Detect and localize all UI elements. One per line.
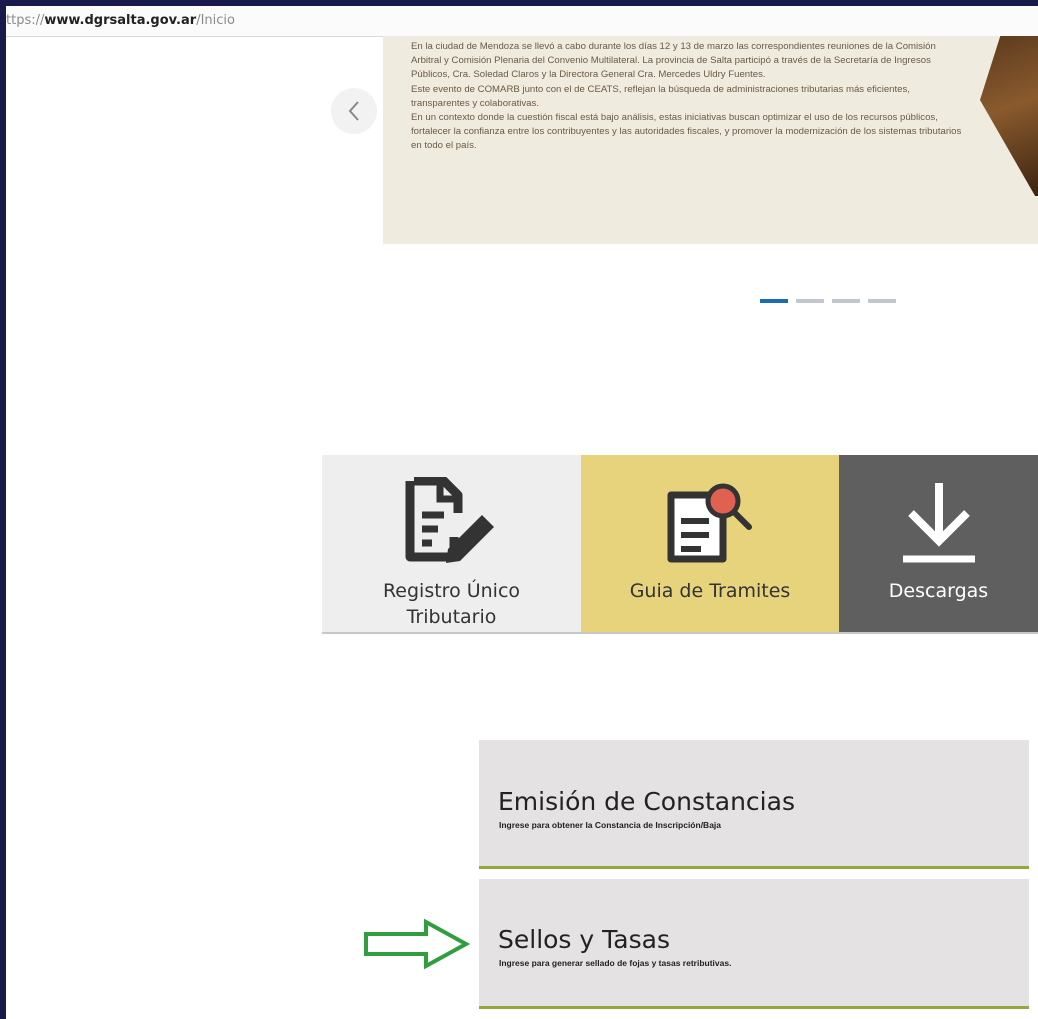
tile-label: Descargas [888,580,989,602]
url-scheme: ttps:// [6,13,45,28]
carousel-indicator-1[interactable] [760,299,788,303]
slide-photo [980,36,1038,196]
carousel-indicator-3[interactable] [832,299,860,303]
quick-access-tiles: Registro Único Tributario Guia de Tramit… [322,455,1038,634]
tile-label-line2: Tributario [406,606,497,628]
document-edit-icon [405,477,494,563]
browser-viewport: ttps://www.dgrsalta.gov.ar/Inicio En la … [6,6,1038,1019]
annotation-arrow-icon [364,918,471,970]
address-bar[interactable]: ttps://www.dgrsalta.gov.ar/Inicio [6,6,1038,37]
slide-news-text: En la ciudad de Mendoza se llevó a cabo … [411,40,963,154]
url-path: /Inicio [196,13,235,28]
slide-paragraph: Este evento de COMARB junto con el de CE… [411,83,910,109]
service-card-emision-constancias[interactable]: Emisión de Constancias Ingrese para obte… [479,740,1029,869]
carousel-slide: En la ciudad de Mendoza se llevó a cabo … [383,36,1038,244]
tile-label-line1: Registro Único [382,580,521,602]
service-card-subtitle: Ingrese para obtener la Constancia de In… [499,820,722,830]
service-card-subtitle: Ingrese para generar sellado de fojas y … [499,958,732,968]
document-search-icon [667,483,752,563]
service-card-title: Emisión de Constancias [498,787,795,816]
tile-descargas[interactable]: Descargas [839,455,1038,632]
service-card-title: Sellos y Tasas [498,925,670,954]
slide-paragraph: En la ciudad de Mendoza se llevó a cabo … [411,41,936,81]
download-icon [903,483,975,563]
carousel-indicator-2[interactable] [796,299,824,303]
chevron-left-icon [348,101,359,121]
tile-registro-unico-tributario[interactable]: Registro Único Tributario [322,455,581,632]
tile-label: Registro Único Tributario [322,578,581,630]
carousel-indicators [760,299,896,303]
url-host: www.dgrsalta.gov.ar [44,13,197,28]
tile-guia-de-tramites[interactable]: Guia de Tramites [581,455,839,632]
slide-paragraph: En un contexto donde la cuestión fiscal … [411,112,962,152]
tile-label: Guia de Tramites [629,580,791,602]
service-card-sellos-tasas[interactable]: Sellos y Tasas Ingrese para generar sell… [479,879,1029,1009]
carousel-prev-button[interactable] [331,88,377,134]
carousel-indicator-4[interactable] [868,299,896,303]
